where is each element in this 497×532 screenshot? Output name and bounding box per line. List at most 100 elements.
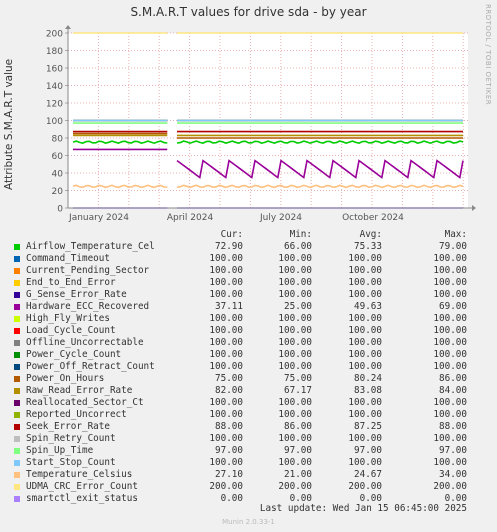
legend-row: Power_Cycle_Count 100.00 100.00 100.00 100.0… — [0, 349, 497, 361]
legend-name: Airflow_Temperature_Cel — [26, 241, 155, 252]
y-tick-label: 20 — [52, 187, 64, 197]
y-tick-label: 100 — [46, 117, 63, 127]
legend-name: Reallocated_Sector_Ct — [26, 397, 144, 408]
legend-max: 100.00 — [433, 397, 467, 408]
legend-min: 100.00 — [278, 253, 312, 264]
legend-swatch — [14, 412, 20, 418]
y-tick-label: 120 — [46, 100, 63, 110]
legend-max: 86.00 — [439, 373, 467, 384]
legend-cur: 75.00 — [215, 373, 243, 384]
legend-cur: 100.00 — [209, 397, 243, 408]
legend-name: Hardware_ECC_Recovered — [26, 301, 150, 312]
legend-avg: 100.00 — [348, 433, 382, 444]
legend-cur: 100.00 — [209, 457, 243, 468]
legend-name: Power_Cycle_Count — [26, 349, 122, 360]
legend-min: 100.00 — [278, 349, 312, 360]
legend-avg: 100.00 — [348, 253, 382, 264]
legend-name: Reported_Uncorrect — [26, 409, 127, 420]
legend-row: Reported_Uncorrect 100.00 100.00 100.00 100.… — [0, 409, 497, 421]
legend-max: 100.00 — [433, 337, 467, 348]
legend-name: smartctl_exit_status — [26, 493, 138, 504]
legend-name: UDMA_CRC_Error_Count — [26, 481, 138, 492]
legend-cur: 100.00 — [209, 433, 243, 444]
legend-avg: 83.08 — [354, 385, 382, 396]
legend-cur: 88.00 — [215, 421, 243, 432]
x-axis-arrow — [472, 205, 476, 211]
y-tick-label: 80 — [52, 135, 64, 145]
legend-avg: 100.00 — [348, 337, 382, 348]
header-min: Min: — [289, 229, 312, 240]
legend-min: 66.00 — [284, 241, 312, 252]
legend-swatch — [14, 280, 20, 286]
plot-area: 0 20 40 60 80 100 120 140 160 180 200 January 2024 A… — [46, 25, 476, 223]
legend-max: 100.00 — [433, 289, 467, 300]
legend-min: 100.00 — [278, 409, 312, 420]
legend-avg: 100.00 — [348, 289, 382, 300]
legend-row: Airflow_Temperature_Cel 72.90 66.00 75.33 79… — [0, 241, 497, 253]
legend-header-row: Cur: Min: Avg: Max: — [0, 229, 497, 241]
legend-min: 100.00 — [278, 325, 312, 336]
legend-row: Current_Pending_Sector 100.00 100.00 100.00… — [0, 265, 497, 277]
legend-row: Hardware_ECC_Recovered 37.11 25.00 49.63 69.… — [0, 301, 497, 313]
x-tick-label: July 2024 — [259, 213, 302, 223]
y-tick-label: 60 — [52, 152, 64, 162]
munin-version: Munin 2.0.33-1 — [222, 518, 275, 526]
legend-min: 75.00 — [284, 373, 312, 384]
legend-cur: 0.00 — [220, 493, 243, 504]
legend-row: Start_Stop_Count 100.00 100.00 100.00 100.00 — [0, 457, 497, 469]
legend-max: 100.00 — [433, 325, 467, 336]
legend-swatch — [14, 268, 20, 274]
legend-cur: 100.00 — [209, 253, 243, 264]
legend-max: 88.00 — [439, 421, 467, 432]
legend-table: Cur: Min: Avg: Max: Airflow_Temperature_… — [0, 229, 497, 505]
legend-cur: 72.90 — [215, 241, 243, 252]
legend-name: Offline_Uncorrectable — [26, 337, 144, 348]
legend-name: Spin_Up_Time — [26, 445, 94, 456]
legend-row: Command_Timeout 100.00 100.00 100.00 100.00 — [0, 253, 497, 265]
legend-max: 97.00 — [439, 445, 467, 456]
legend-avg: 200.00 — [348, 481, 382, 492]
legend-name: Power_On_Hours — [26, 373, 105, 384]
x-tick-label: October 2024 — [342, 213, 404, 223]
legend-avg: 100.00 — [348, 397, 382, 408]
legend-name: Temperature_Celsius — [26, 469, 133, 480]
legend-min: 67.17 — [284, 385, 312, 396]
legend-name: End_to_End_Error — [26, 277, 116, 288]
legend-swatch — [14, 304, 20, 310]
header-avg: Avg: — [359, 229, 382, 240]
legend-min: 100.00 — [278, 361, 312, 372]
legend-max: 200.00 — [433, 481, 467, 492]
legend-cur: 100.00 — [209, 265, 243, 276]
legend-avg: 100.00 — [348, 277, 382, 288]
legend-min: 100.00 — [278, 433, 312, 444]
legend-avg: 100.00 — [348, 349, 382, 360]
x-tick-label: April 2024 — [167, 213, 214, 223]
legend-cur: 100.00 — [209, 313, 243, 324]
legend-swatch — [14, 244, 20, 250]
legend-avg: 49.63 — [354, 301, 382, 312]
legend-min: 100.00 — [278, 457, 312, 468]
legend-avg: 87.25 — [354, 421, 382, 432]
legend-min: 100.00 — [278, 313, 312, 324]
legend-avg: 100.00 — [348, 457, 382, 468]
y-axis-arrow — [65, 25, 71, 29]
legend-min: 100.00 — [278, 277, 312, 288]
legend-swatch — [14, 256, 20, 262]
legend-row: UDMA_CRC_Error_Count 200.00 200.00 200.00 20… — [0, 481, 497, 493]
munin-graph: S.M.A.R.T values for drive sda - by year… — [0, 0, 497, 532]
legend-max: 100.00 — [433, 361, 467, 372]
legend-avg: 100.00 — [348, 313, 382, 324]
legend-min: 21.00 — [284, 469, 312, 480]
legend-swatch — [14, 424, 20, 430]
legend-avg: 100.00 — [348, 325, 382, 336]
legend-max: 69.00 — [439, 301, 467, 312]
legend-cur: 37.11 — [215, 301, 243, 312]
legend-min: 100.00 — [278, 289, 312, 300]
legend-rows: Airflow_Temperature_Cel 72.90 66.00 75.33 79… — [0, 241, 497, 505]
legend-cur: 100.00 — [209, 361, 243, 372]
y-tick-label: 160 — [46, 65, 63, 75]
legend-swatch — [14, 292, 20, 298]
header-cur: Cur: — [220, 229, 243, 240]
x-tick-label: January 2024 — [68, 213, 129, 223]
legend-name: Load_Cycle_Count — [26, 325, 116, 336]
